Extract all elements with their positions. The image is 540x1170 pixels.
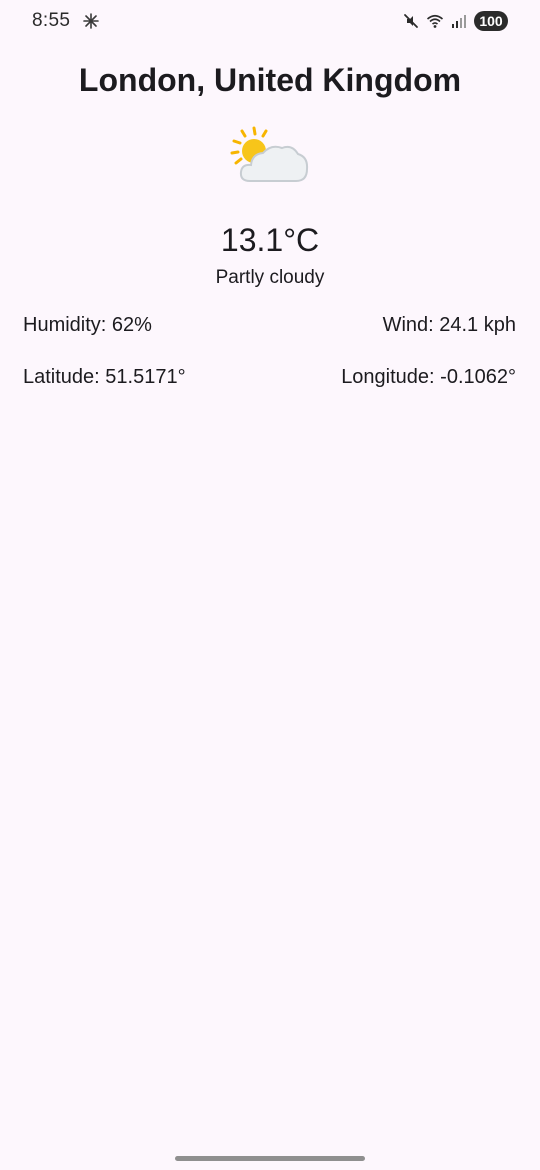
status-bar: 8:55 100 xyxy=(0,0,540,42)
condition-text: Partly cloudy xyxy=(215,267,325,288)
battery-indicator: 100 xyxy=(474,11,508,31)
wind-text: Wind: 24.1 kph xyxy=(382,314,516,336)
mute-icon xyxy=(404,14,418,28)
latitude-text: Latitude: 51.5171° xyxy=(23,366,186,388)
longitude-text: Longitude: -0.1062° xyxy=(341,366,516,388)
humidity-text: Humidity: 62% xyxy=(23,314,152,336)
temperature: 13.1°C xyxy=(220,222,320,258)
city-title: London, United Kingdom xyxy=(78,62,462,98)
status-time: 8:55 xyxy=(32,10,71,31)
status-icons: 100 xyxy=(402,10,508,32)
partly-cloudy-icon xyxy=(230,126,309,182)
gesture-nav-handle[interactable] xyxy=(175,1156,365,1161)
wifi-icon xyxy=(426,14,444,28)
pinwheel-icon xyxy=(83,13,99,29)
signal-icon xyxy=(452,15,466,28)
detail-row-1: Humidity: 62% Wind: 24.1 kph xyxy=(23,314,516,337)
detail-row-2: Latitude: 51.5171° Longitude: -0.1062° xyxy=(23,366,516,389)
